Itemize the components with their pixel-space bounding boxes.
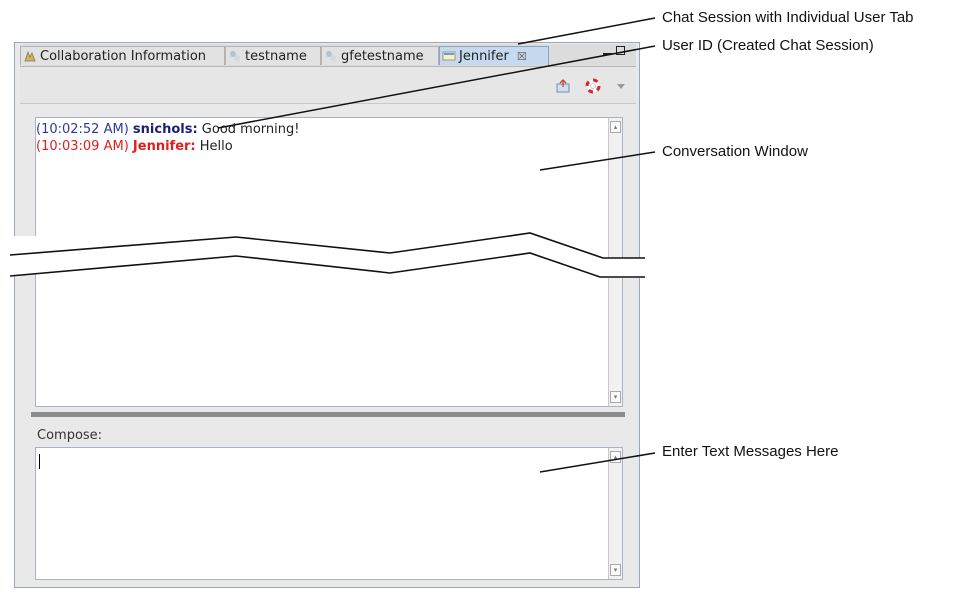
callout-line-conversation [539,151,656,171]
callout-enter-text: Enter Text Messages Here [662,443,839,460]
callout-conversation-window: Conversation Window [662,143,808,160]
callout-user-id: User ID (Created Chat Session) [662,37,874,54]
callout-chat-tab: Chat Session with Individual User Tab [662,9,914,26]
callout-line-chat-tab [517,17,656,45]
page-break-tear [0,233,660,278]
annotation-overlay [0,17,660,473]
callout-line-user-id [217,45,656,129]
callout-line-enter-text [539,452,656,473]
